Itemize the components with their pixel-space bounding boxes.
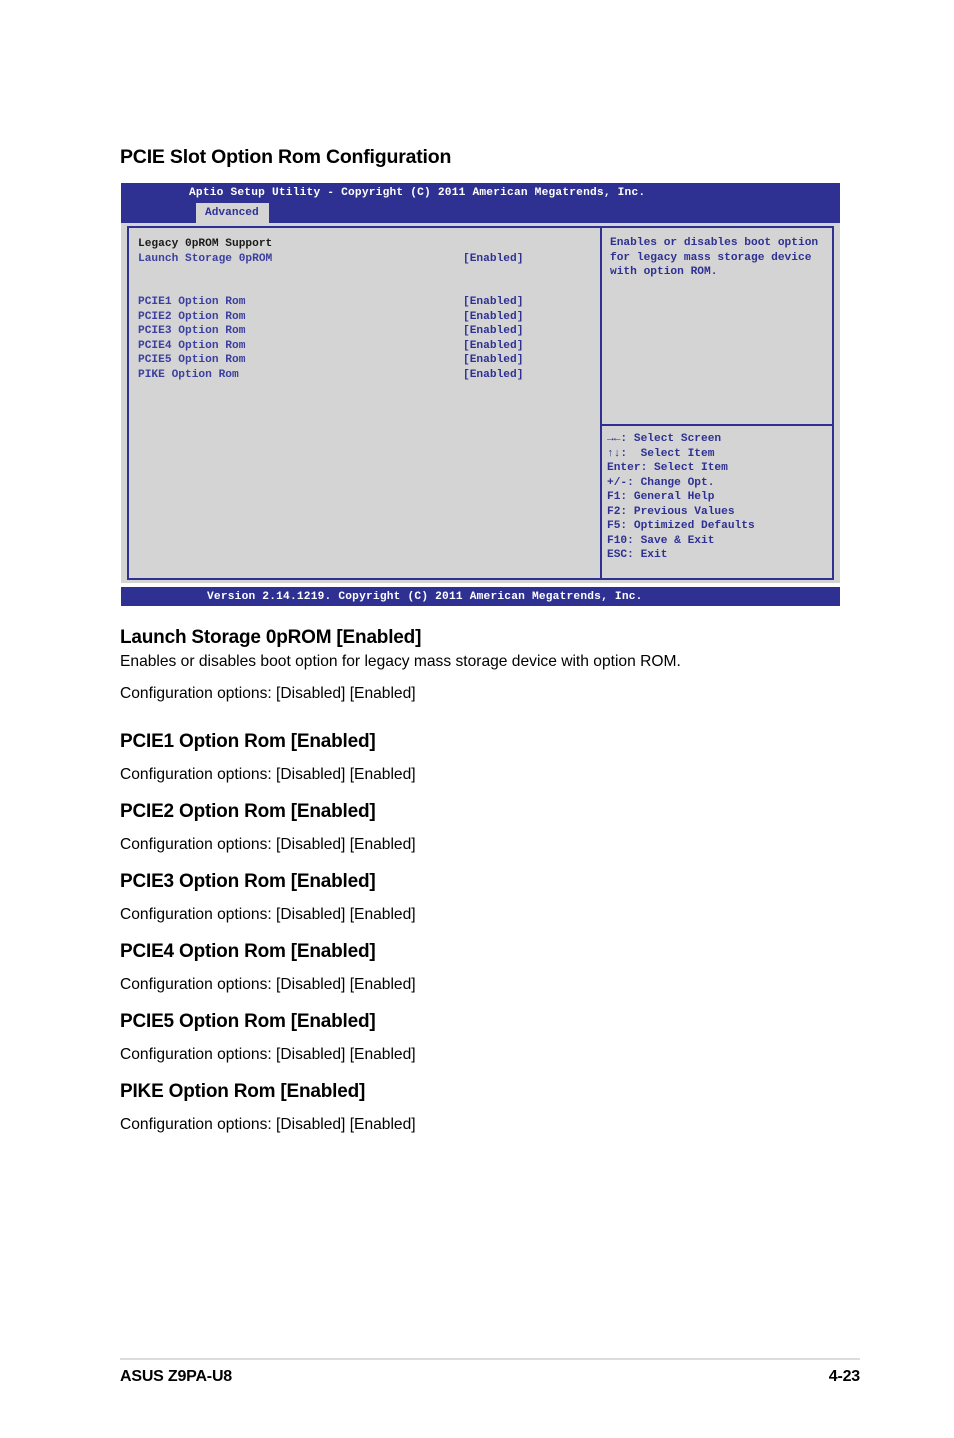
entry-pike-option-rom: PIKE Option Rom [Enabled] Configuration …: [120, 1080, 860, 1135]
setting-row-pcie4-option-rom[interactable]: PCIE4 Option Rom [Enabled]: [138, 339, 594, 354]
entry-pcie5-option-rom: PCIE5 Option Rom [Enabled] Configuration…: [120, 1010, 860, 1065]
setting-label: PCIE2 Option Rom: [138, 310, 246, 323]
bios-version-text: Version 2.14.1219. Copyright (C) 2011 Am…: [207, 591, 643, 603]
bios-version-bar: Version 2.14.1219. Copyright (C) 2011 Am…: [121, 587, 840, 606]
bios-title-text: Aptio Setup Utility - Copyright (C) 2011…: [189, 187, 646, 199]
entry-config-options: Configuration options: [Disabled] [Enabl…: [120, 906, 416, 923]
settings-spacer: [138, 266, 594, 281]
setting-value[interactable]: [Enabled]: [463, 310, 523, 325]
legend-f2-previous-values: F2: Previous Values: [607, 505, 735, 518]
settings-group-header: Legacy 0pROM Support: [138, 237, 594, 252]
entry-spacer: [120, 925, 860, 940]
legend-f1-general-help: F1: General Help: [607, 491, 715, 503]
entry-title: PIKE Option Rom [Enabled]: [120, 1081, 366, 1102]
setting-row-pcie2-option-rom[interactable]: PCIE2 Option Rom [Enabled]: [138, 310, 594, 325]
entry-config-options: Configuration options: [Disabled] [Enabl…: [120, 766, 416, 783]
legend-change-opt: +/-: Change Opt.: [607, 476, 715, 489]
entry-spacer: [120, 1065, 860, 1080]
entry-config-options: Configuration options: [Disabled] [Enabl…: [120, 685, 416, 702]
footer-divider: [120, 1358, 860, 1360]
document-page: PCIE Slot Option Rom Configuration Aptio…: [0, 0, 954, 1438]
entry-title: PCIE5 Option Rom [Enabled]: [120, 1011, 376, 1032]
entry-title: Launch Storage 0pROM [Enabled]: [120, 627, 422, 648]
bios-key-legend: →←: Select Screen ↑↓: Select Item Enter:…: [600, 426, 834, 580]
setting-label: Launch Storage 0pROM: [138, 252, 273, 265]
entry-spacer: [120, 855, 860, 870]
entry-launch-storage-oprom: Launch Storage 0pROM [Enabled] Enables o…: [120, 626, 860, 704]
bios-help-box: Enables or disables boot option for lega…: [600, 226, 834, 426]
settings-spacer: [138, 281, 594, 296]
settings-descriptions: Launch Storage 0pROM [Enabled] Enables o…: [120, 626, 860, 1135]
bios-help-text: Enables or disables boot option for lega…: [610, 237, 819, 278]
setting-label: PCIE3 Option Rom: [138, 325, 246, 337]
setting-row-launch-storage-oprom[interactable]: Launch Storage 0pROM [Enabled]: [138, 252, 594, 267]
setting-label: PIKE Option Rom: [138, 368, 239, 381]
legend-f5-optimized-defaults: F5: Optimized Defaults: [607, 520, 755, 532]
bios-title-bar: Aptio Setup Utility - Copyright (C) 2011…: [121, 183, 840, 203]
bios-settings-pane: Legacy 0pROM Support Launch Storage 0pRO…: [127, 226, 600, 580]
tab-advanced[interactable]: Advanced: [196, 203, 269, 223]
bios-body: Legacy 0pROM Support Launch Storage 0pRO…: [121, 223, 840, 583]
setting-row-pcie5-option-rom[interactable]: PCIE5 Option Rom [Enabled]: [138, 353, 594, 368]
setting-value[interactable]: [Enabled]: [463, 295, 523, 310]
setting-label: PCIE5 Option Rom: [138, 354, 246, 366]
entry-spacer: [120, 995, 860, 1010]
legend-select-screen: →←: Select Screen: [607, 433, 722, 445]
entry-title: PCIE2 Option Rom [Enabled]: [120, 801, 376, 822]
setting-label: PCIE4 Option Rom: [138, 339, 246, 352]
bios-screenshot: Aptio Setup Utility - Copyright (C) 2011…: [121, 183, 840, 606]
entry-title: PCIE4 Option Rom [Enabled]: [120, 941, 376, 962]
bios-side-pane: Enables or disables boot option for lega…: [600, 226, 834, 580]
entry-pcie3-option-rom: PCIE3 Option Rom [Enabled] Configuration…: [120, 870, 860, 925]
setting-label: PCIE1 Option Rom: [138, 296, 246, 308]
entry-pcie2-option-rom: PCIE2 Option Rom [Enabled] Configuration…: [120, 800, 860, 855]
setting-value[interactable]: [Enabled]: [463, 368, 523, 383]
entry-title: PCIE1 Option Rom [Enabled]: [120, 731, 376, 752]
legend-esc-exit: ESC: Exit: [607, 549, 668, 561]
bios-tab-row: Advanced: [121, 203, 840, 223]
legend-select-item-arrows: ↑↓: Select Item: [607, 447, 715, 460]
setting-row-pcie1-option-rom[interactable]: PCIE1 Option Rom [Enabled]: [138, 295, 594, 310]
entry-pcie1-option-rom: PCIE1 Option Rom [Enabled] Configuration…: [120, 730, 860, 785]
setting-value[interactable]: [Enabled]: [463, 252, 523, 267]
setting-value[interactable]: [Enabled]: [463, 324, 523, 339]
entry-description: Enables or disables boot option for lega…: [120, 653, 681, 670]
setting-value[interactable]: [Enabled]: [463, 353, 523, 368]
legend-f10-save-exit: F10: Save & Exit: [607, 534, 715, 547]
entry-config-options: Configuration options: [Disabled] [Enabl…: [120, 836, 416, 853]
entry-config-options: Configuration options: [Disabled] [Enabl…: [120, 1046, 416, 1063]
legend-enter-select-item: Enter: Select Item: [607, 462, 728, 474]
entry-config-options: Configuration options: [Disabled] [Enabl…: [120, 976, 416, 993]
setting-value[interactable]: [Enabled]: [463, 339, 523, 354]
entry-pcie4-option-rom: PCIE4 Option Rom [Enabled] Configuration…: [120, 940, 860, 995]
entry-spacer: [120, 785, 860, 800]
footer-page-number: 4-23: [828, 1368, 860, 1385]
setting-row-pike-option-rom[interactable]: PIKE Option Rom [Enabled]: [138, 368, 594, 383]
entry-config-options: Configuration options: [Disabled] [Enabl…: [120, 1116, 416, 1133]
group-header-label: Legacy 0pROM Support: [138, 238, 273, 250]
page-section-title: PCIE Slot Option Rom Configuration: [120, 146, 452, 168]
setting-row-pcie3-option-rom[interactable]: PCIE3 Option Rom [Enabled]: [138, 324, 594, 339]
entry-spacer: [120, 704, 860, 730]
entry-title: PCIE3 Option Rom [Enabled]: [120, 871, 376, 892]
